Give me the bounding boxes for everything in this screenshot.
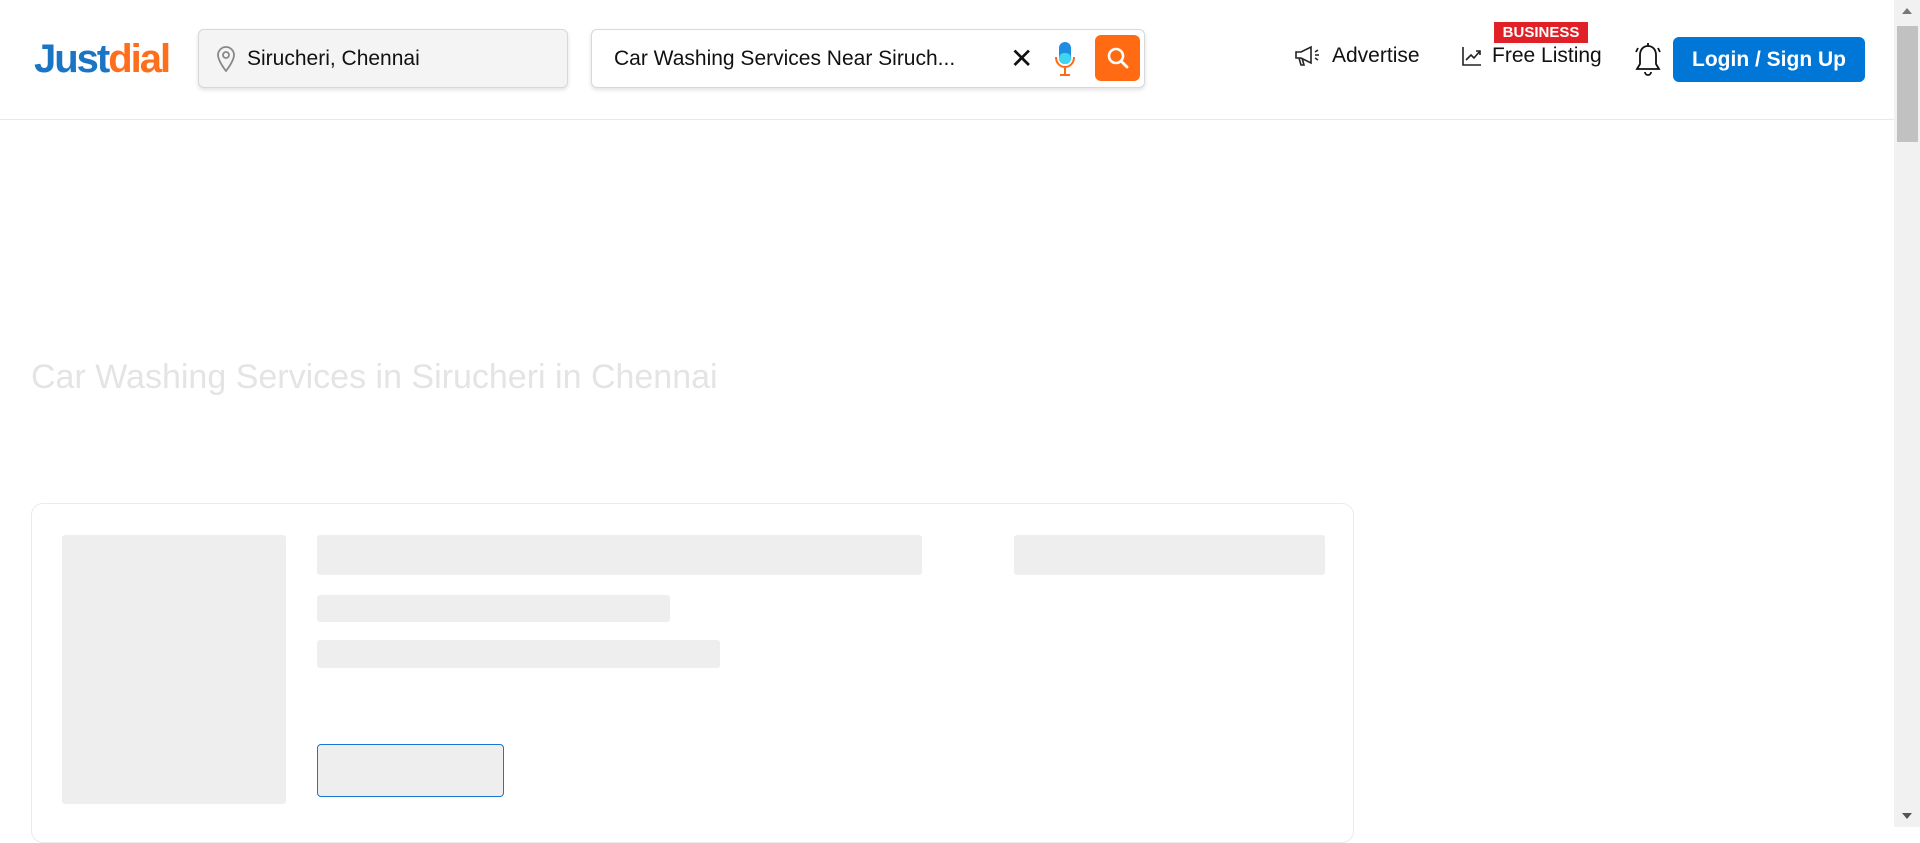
location-value: Sirucheri, Chennai bbox=[247, 46, 420, 70]
search-button[interactable] bbox=[1095, 35, 1140, 81]
close-icon[interactable]: ✕ bbox=[1010, 44, 1033, 74]
search-input[interactable]: Car Washing Services Near Siruch... bbox=[614, 47, 1004, 71]
logo-part1: Just bbox=[34, 37, 110, 81]
rating-placeholder bbox=[1014, 535, 1325, 575]
image-placeholder bbox=[62, 535, 286, 804]
login-signup-button[interactable]: Login / Sign Up bbox=[1673, 37, 1865, 82]
free-listing-link[interactable]: Free Listing bbox=[1462, 44, 1602, 68]
megaphone-icon bbox=[1295, 45, 1319, 66]
advertise-label: Advertise bbox=[1332, 44, 1420, 67]
page-title: Car Washing Services in Sirucheri in Che… bbox=[31, 358, 718, 396]
advertise-link[interactable]: Advertise bbox=[1294, 44, 1420, 68]
listing-card-skeleton bbox=[31, 503, 1354, 843]
business-badge: BUSINESS bbox=[1494, 22, 1588, 43]
location-pin-icon bbox=[217, 45, 235, 72]
notification-bell-icon[interactable] bbox=[1634, 40, 1662, 78]
text-placeholder bbox=[317, 595, 670, 622]
search-box[interactable]: Car Washing Services Near Siruch... ✕ bbox=[591, 29, 1145, 88]
free-listing-label: Free Listing bbox=[1492, 44, 1602, 67]
microphone-icon[interactable] bbox=[1054, 41, 1076, 77]
text-placeholder bbox=[317, 640, 720, 668]
scroll-up-arrow-icon[interactable] bbox=[1902, 8, 1912, 14]
button-placeholder bbox=[317, 744, 504, 797]
justdial-logo[interactable]: Justdial bbox=[34, 36, 171, 82]
title-placeholder bbox=[317, 535, 922, 575]
location-input[interactable]: Sirucheri, Chennai bbox=[198, 29, 568, 88]
scroll-down-arrow-icon[interactable] bbox=[1902, 813, 1912, 819]
header: Justdial Sirucheri, Chennai Car Washing … bbox=[0, 0, 1894, 120]
scrollbar-thumb[interactable] bbox=[1897, 26, 1918, 142]
trending-chart-icon bbox=[1462, 47, 1481, 66]
search-icon bbox=[1107, 47, 1128, 69]
logo-part2: dial bbox=[108, 37, 171, 81]
